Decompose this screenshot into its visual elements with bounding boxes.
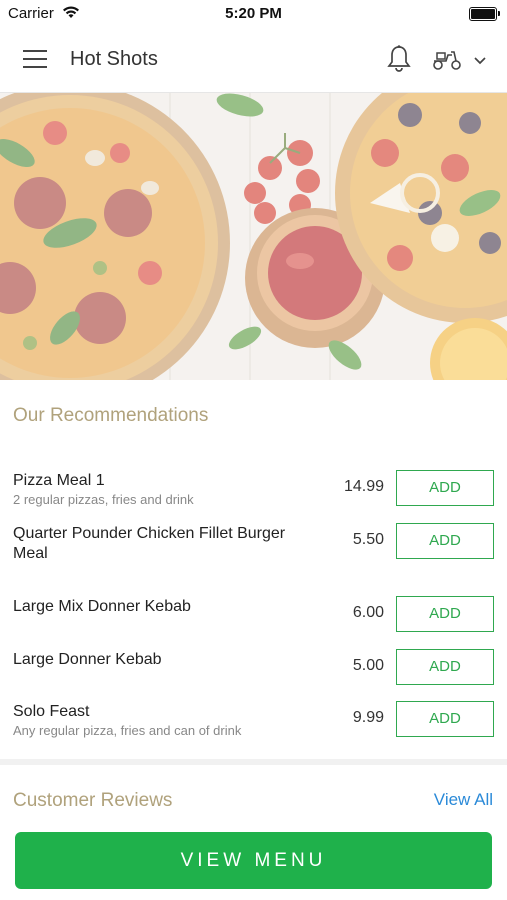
- item-price: 5.00: [352, 657, 384, 674]
- item-price: 14.99: [343, 478, 384, 495]
- item-price: 5.50: [352, 531, 384, 548]
- item-description: 2 regular pizzas, fries and drink: [13, 492, 194, 507]
- item-description: Any regular pizza, fries and can of drin…: [13, 723, 242, 738]
- recommendation-item: Quarter Pounder Chicken Fillet Burger Me…: [0, 523, 507, 567]
- add-button[interactable]: ADD: [396, 649, 494, 685]
- battery-icon: [469, 7, 500, 21]
- scooter-icon[interactable]: [432, 48, 462, 77]
- recommendation-item: Pizza Meal 1 2 regular pizzas, fries and…: [0, 470, 507, 510]
- item-name: Quarter Pounder Chicken Fillet Burger Me…: [13, 525, 286, 562]
- recommendation-item: Solo Feast Any regular pizza, fries and …: [0, 701, 507, 741]
- recommendation-item: Large Mix Donner Kebab 6.00 ADD: [0, 596, 507, 632]
- add-button[interactable]: ADD: [396, 701, 494, 737]
- item-name: Large Mix Donner Kebab: [13, 598, 191, 615]
- chevron-down-icon[interactable]: [473, 53, 487, 71]
- item-name: Pizza Meal 1: [13, 472, 105, 489]
- hero-food-image: [0, 93, 507, 380]
- view-menu-button[interactable]: VIEW MENU: [15, 832, 492, 889]
- add-button[interactable]: ADD: [396, 523, 494, 559]
- item-price: 6.00: [352, 604, 384, 621]
- hero-overlay: [0, 93, 507, 380]
- restaurant-title: Hot Shots: [70, 48, 158, 70]
- status-time: 5:20 PM: [225, 5, 282, 22]
- add-button[interactable]: ADD: [396, 596, 494, 632]
- item-price: 9.99: [352, 709, 384, 726]
- app-header: Hot Shots: [0, 28, 507, 93]
- status-bar: Carrier 5:20 PM: [0, 0, 507, 28]
- section-divider: [0, 759, 507, 765]
- reviews-title: Customer Reviews: [13, 790, 173, 811]
- bell-icon[interactable]: [386, 44, 412, 79]
- add-button[interactable]: ADD: [396, 470, 494, 506]
- hamburger-menu-icon[interactable]: [23, 50, 47, 68]
- item-name: Solo Feast: [13, 703, 90, 720]
- recommendations-title: Our Recommendations: [13, 405, 209, 426]
- item-name: Large Donner Kebab: [13, 651, 162, 668]
- view-all-link[interactable]: View All: [434, 790, 493, 810]
- recommendation-item: Large Donner Kebab 5.00 ADD: [0, 649, 507, 685]
